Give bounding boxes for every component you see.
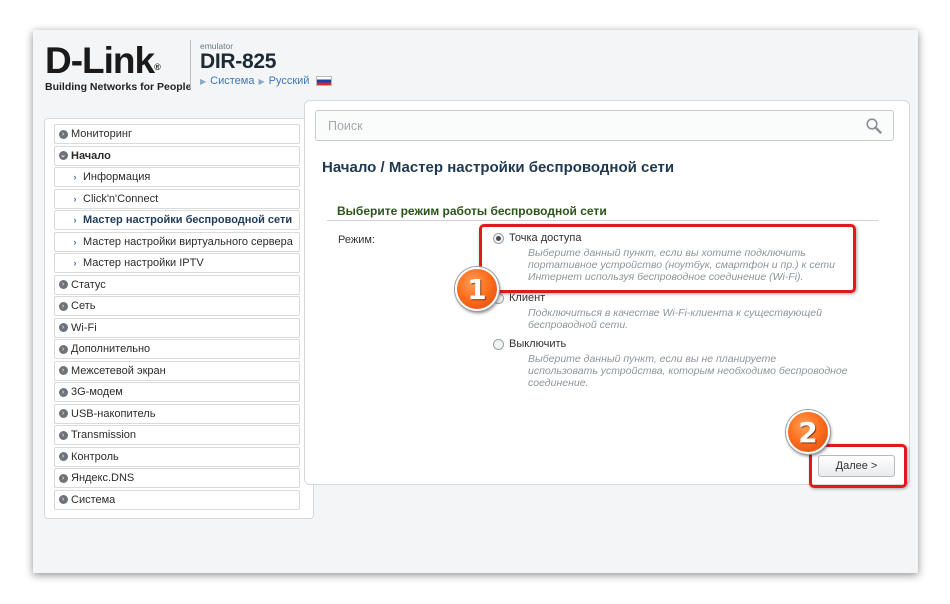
- option-disable: Выключить Выберите данный пункт, если вы…: [493, 338, 848, 389]
- highlight-box-1: [479, 224, 856, 293]
- chevron-right-icon: ›: [58, 409, 68, 418]
- section-title: Выберите режим работы беспроводной сети: [327, 204, 879, 221]
- page-title: Начало / Мастер настройки беспроводной с…: [322, 159, 675, 176]
- sidebar-item-3g-modem[interactable]: › 3G-модем: [54, 382, 300, 402]
- chevron-right-icon: ›: [58, 344, 68, 354]
- triangle-right-icon: ▶: [200, 76, 207, 86]
- chevron-right-icon: ›: [58, 495, 68, 504]
- option-label[interactable]: Выключить: [509, 338, 566, 350]
- sidebar-item-start[interactable]: ⌄ Начало: [54, 145, 300, 166]
- arrow-right-icon: ›: [73, 236, 77, 247]
- sidebar-item-monitoring[interactable]: › Мониторинг: [54, 124, 300, 144]
- chevron-right-icon: ›: [58, 366, 68, 375]
- sidebar-item-wifi[interactable]: › Wi-Fi: [54, 317, 300, 338]
- mode-label: Режим:: [338, 234, 375, 246]
- chevron-right-icon: ›: [58, 301, 68, 311]
- sidebar-item-firewall[interactable]: › Межсетевой экран: [54, 360, 300, 381]
- sidebar-subitem-wireless-wizard[interactable]: › Мастер настройки беспроводной сети: [54, 210, 300, 230]
- header-links: ▶ Система ▶ Русский: [200, 75, 333, 87]
- step-badge-2: 2: [786, 410, 830, 454]
- sidebar-item-transmission[interactable]: › Transmission: [54, 425, 300, 445]
- chevron-right-icon: ›: [58, 430, 68, 440]
- step-badge-1: 1: [455, 267, 499, 311]
- sidebar-item-network[interactable]: › Сеть: [54, 296, 300, 316]
- chevron-right-icon: ›: [58, 280, 68, 289]
- header-divider: [190, 40, 191, 88]
- sidebar-subitem-iptv-wizard[interactable]: › Мастер настройки IPTV: [54, 253, 300, 273]
- sidebar-item-control[interactable]: › Контроль: [54, 446, 300, 467]
- chevron-right-icon: ›: [58, 387, 68, 397]
- arrow-right-icon: ›: [73, 215, 77, 225]
- triangle-right-icon: ▶: [258, 76, 265, 86]
- chevron-right-icon: ›: [58, 473, 68, 483]
- sidebar-item-yandex-dns[interactable]: › Яндекс.DNS: [54, 468, 300, 488]
- system-link[interactable]: Система: [210, 75, 254, 87]
- sidebar-menu: › Мониторинг ⌄ Начало › Информация › Click'n…: [44, 118, 314, 519]
- language-link[interactable]: Русский: [269, 75, 310, 87]
- dlink-logo: D-Link® Building Networks for People: [45, 40, 192, 94]
- registered-mark: ®: [154, 62, 161, 72]
- highlight-box-2: [809, 444, 907, 488]
- browser-frame: D-Link® Building Networks for People emu…: [33, 30, 918, 573]
- arrow-right-icon: ›: [73, 258, 77, 268]
- arrow-right-icon: ›: [73, 172, 77, 182]
- logo-tagline: Building Networks for People: [45, 81, 192, 93]
- chevron-right-icon: ›: [58, 452, 68, 461]
- option-label[interactable]: Клиент: [509, 292, 545, 304]
- model-info: emulator DIR-825 ▶ Система ▶ Русский: [200, 42, 333, 87]
- russian-flag-icon[interactable]: [316, 76, 333, 86]
- option-description: Выберите данный пункт, если вы не планир…: [528, 353, 848, 389]
- search-icon[interactable]: [865, 117, 883, 135]
- sidebar-item-system[interactable]: › Система: [54, 489, 300, 510]
- sidebar-subitem-virtual-server-wizard[interactable]: › Мастер настройки виртуального сервера: [54, 231, 300, 252]
- option-description: Подключиться в качестве Wi-Fi-клиента к …: [528, 307, 822, 331]
- chevron-down-icon: ⌄: [58, 151, 68, 160]
- logo-text: D-Link: [45, 40, 155, 81]
- sidebar-item-usb-storage[interactable]: › USB-накопитель: [54, 403, 300, 424]
- model-name: DIR-825: [200, 50, 277, 73]
- chevron-right-icon: ›: [58, 129, 68, 139]
- sidebar-item-status[interactable]: › Статус: [54, 274, 300, 295]
- search-box: [315, 110, 894, 141]
- search-input[interactable]: [328, 118, 848, 133]
- sidebar-subitem-information[interactable]: › Информация: [54, 167, 300, 187]
- radio-disable[interactable]: [493, 338, 504, 350]
- option-client: Клиент Подключиться в качестве Wi-Fi-кли…: [493, 292, 848, 331]
- chevron-right-icon: ›: [58, 323, 68, 332]
- arrow-right-icon: ›: [73, 193, 77, 204]
- sidebar-subitem-clickn-connect[interactable]: › Click'n'Connect: [54, 188, 300, 209]
- sidebar-item-advanced[interactable]: › Дополнительно: [54, 339, 300, 359]
